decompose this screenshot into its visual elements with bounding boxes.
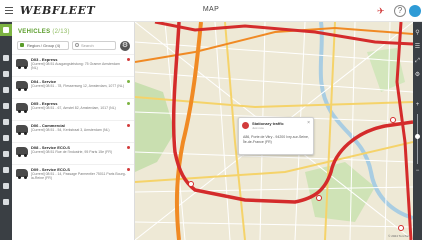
truck-icon	[16, 147, 28, 157]
close-icon[interactable]: ×	[307, 120, 310, 126]
alert-icon[interactable]	[0, 84, 12, 96]
clock-icon[interactable]	[0, 180, 12, 192]
truck-icon[interactable]	[0, 100, 12, 112]
user-icon[interactable]	[0, 132, 12, 144]
tag-icon[interactable]	[0, 68, 12, 80]
panel-heading-label: VEHICLES	[18, 29, 51, 35]
zoom-handle[interactable]	[415, 134, 420, 139]
truck-icon	[16, 81, 28, 91]
zoom-out-button[interactable]: −	[414, 168, 421, 175]
vehicles-panel: VEHICLES (2/13) Region / Group (4) Searc…	[12, 22, 135, 240]
popup-subtitle: Just now	[252, 126, 264, 130]
status-dot	[127, 124, 130, 127]
zoom-in-button[interactable]: +	[414, 102, 421, 109]
truck-icon	[16, 59, 28, 69]
upload-icon[interactable]	[0, 52, 12, 64]
status-dot	[127, 102, 130, 105]
list-settings-button[interactable]: ⚙	[120, 41, 130, 51]
settings-map-icon[interactable]: ⚙	[414, 72, 421, 79]
traffic-warning-icon	[242, 122, 249, 129]
status-dot	[127, 80, 130, 83]
vehicle-address: [Current] 08:51 Rue de l'Industrie, 95 P…	[31, 150, 113, 154]
calendar-icon[interactable]	[0, 148, 12, 160]
truck-icon	[16, 125, 28, 135]
vehicle-list-item[interactable]: D04 - Service [Current] 08:51 - 78, Fless…	[12, 76, 134, 98]
help-icon[interactable]: ?	[394, 5, 406, 17]
group-filter[interactable]: Region / Group (4)	[17, 41, 69, 50]
bell-icon[interactable]: ✈	[375, 5, 387, 17]
truck-icon	[16, 103, 28, 113]
user-avatar[interactable]	[409, 5, 421, 17]
traffic-marker[interactable]	[316, 195, 322, 201]
vehicle-address: [Current] 08:51 - 67, Amstel 82, Amsterd…	[31, 106, 116, 110]
search-map-icon[interactable]: ⚲	[414, 30, 421, 37]
vehicle-address: [Current] 08:51 - 14, Passage Parmentier…	[31, 172, 126, 181]
vehicle-address: [Current] 08:51 - 78, Flessenweg 12, Ams…	[31, 84, 124, 88]
vehicle-list-item[interactable]: D08 - Service ECO-S [Current] 08:51 Rue d…	[12, 142, 134, 164]
page-title: MAP	[202, 6, 220, 13]
status-dot	[127, 168, 130, 171]
map-view[interactable]: Stationary traffic Just now × A86, Porte…	[135, 22, 413, 240]
truck-icon	[16, 169, 28, 179]
zoom-slider[interactable]	[417, 114, 418, 164]
vehicle-list-item[interactable]: D05 - Express [Current] 08:51 - 67, Amste…	[12, 98, 134, 120]
vehicle-list-item[interactable]: D09 - Service ECO-S [Current] 08:51 - 14,…	[12, 164, 134, 186]
top-bar: WEBFLEET MAP ✈ ?	[0, 0, 422, 22]
settings-icon[interactable]	[0, 196, 12, 208]
vehicle-address: [Current] 08:51 Ausgangsleistung: 75 Gra…	[31, 62, 120, 71]
traffic-marker[interactable]	[398, 225, 404, 231]
park-area	[135, 82, 175, 172]
park-area	[305, 162, 375, 222]
layers-icon[interactable]: ☰	[414, 44, 421, 51]
vehicle-list-item[interactable]: D06 - Commercial [Current] 08:51 - 54, Ke…	[12, 120, 134, 142]
vehicles-icon[interactable]	[0, 24, 12, 36]
popup-address: A86, Porte de Vitry - 94200 Ivry-sur-Sei…	[243, 135, 309, 144]
vehicle-address: [Current] 08:51 - 54, Kerkstraat 3, Amst…	[31, 128, 110, 132]
map-attribution: © 2024 TomTom	[388, 234, 410, 238]
search-icon	[75, 43, 79, 47]
panel-heading: VEHICLES (2/13)	[18, 29, 70, 35]
traffic-marker[interactable]	[390, 117, 396, 123]
message-icon[interactable]	[0, 164, 12, 176]
traffic-marker[interactable]	[188, 181, 194, 187]
map-controls: ⚲ ☰ ⤢ ⚙ + −	[413, 22, 422, 240]
nav-rail	[0, 22, 12, 240]
status-dot	[127, 58, 130, 61]
traffic-route	[154, 22, 413, 46]
vehicle-count: (2/13)	[52, 29, 70, 35]
status-dot	[127, 146, 130, 149]
chart-icon[interactable]	[0, 116, 12, 128]
search-placeholder: Search	[81, 43, 94, 48]
traffic-popup[interactable]: Stationary traffic Just now × A86, Porte…	[238, 117, 314, 155]
expand-icon[interactable]: ⤢	[414, 58, 421, 65]
vehicle-list: D03 - Express [Current] 08:51 Ausgangslei…	[12, 54, 134, 186]
search-input[interactable]: Search	[72, 41, 116, 50]
vehicle-list-item[interactable]: D03 - Express [Current] 08:51 Ausgangslei…	[12, 54, 134, 76]
traffic-route	[395, 22, 413, 240]
